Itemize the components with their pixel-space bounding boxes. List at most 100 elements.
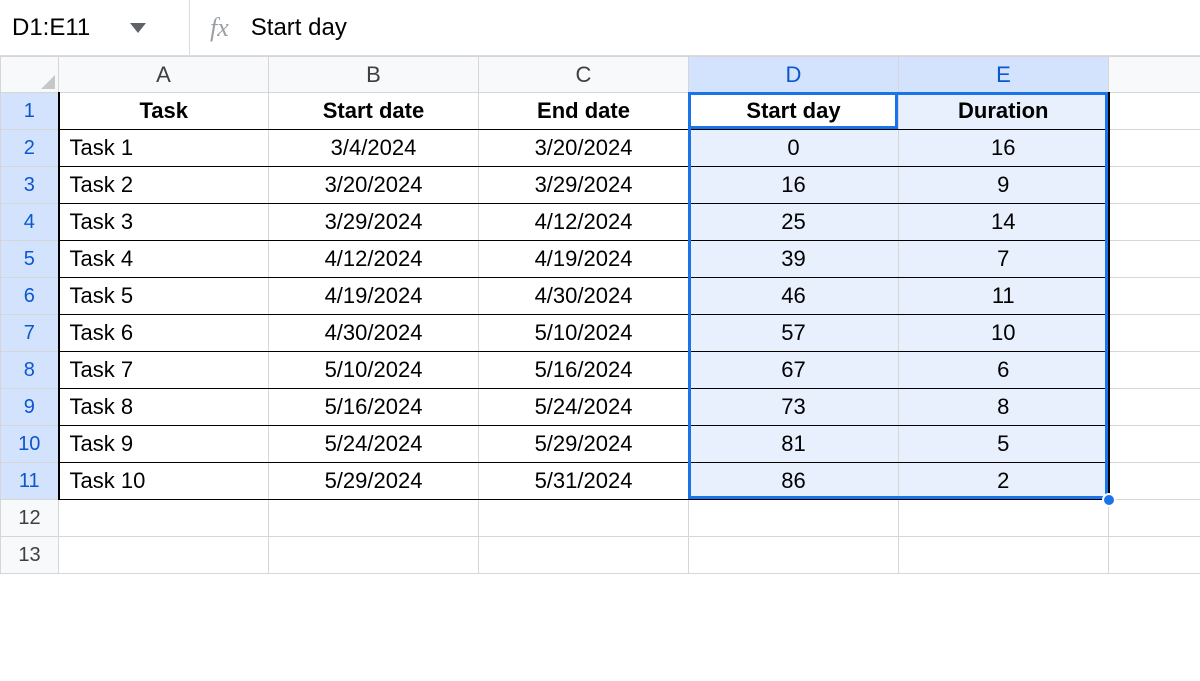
cell-A4[interactable]: Task 3	[59, 204, 269, 241]
cell-D8[interactable]: 67	[689, 352, 899, 389]
cell-C12[interactable]	[479, 500, 689, 537]
cell-blank-11[interactable]	[1109, 463, 1200, 500]
cell-blank-13[interactable]	[1109, 537, 1200, 574]
cell-A6[interactable]: Task 5	[59, 278, 269, 315]
cell-C13[interactable]	[479, 537, 689, 574]
cell-blank-6[interactable]	[1109, 278, 1200, 315]
row-header-13[interactable]: 13	[1, 537, 59, 574]
row-header-8[interactable]: 8	[1, 352, 59, 389]
cell-B1[interactable]: Start date	[269, 93, 479, 130]
cell-C1[interactable]: End date	[479, 93, 689, 130]
cell-E1[interactable]: Duration	[899, 93, 1109, 130]
cell-D3[interactable]: 16	[689, 167, 899, 204]
cell-C11[interactable]: 5/31/2024	[479, 463, 689, 500]
cell-A1[interactable]: Task	[59, 93, 269, 130]
row-header-1[interactable]: 1	[1, 93, 59, 130]
cell-E3[interactable]: 9	[899, 167, 1109, 204]
cell-D2[interactable]: 0	[689, 130, 899, 167]
cell-blank-5[interactable]	[1109, 241, 1200, 278]
cell-C6[interactable]: 4/30/2024	[479, 278, 689, 315]
cell-A3[interactable]: Task 2	[59, 167, 269, 204]
name-box-dropdown-icon[interactable]	[130, 23, 146, 33]
cell-E11[interactable]: 2	[899, 463, 1109, 500]
cell-E10[interactable]: 5	[899, 426, 1109, 463]
cell-E9[interactable]: 8	[899, 389, 1109, 426]
cell-C7[interactable]: 5/10/2024	[479, 315, 689, 352]
row-header-3[interactable]: 3	[1, 167, 59, 204]
formula-input[interactable]	[249, 13, 1200, 43]
cell-B11[interactable]: 5/29/2024	[269, 463, 479, 500]
col-header-E[interactable]: E	[899, 57, 1109, 93]
cell-blank-7[interactable]	[1109, 315, 1200, 352]
cell-E12[interactable]	[899, 500, 1109, 537]
cell-blank-4[interactable]	[1109, 204, 1200, 241]
cell-B7[interactable]: 4/30/2024	[269, 315, 479, 352]
cell-D12[interactable]	[689, 500, 899, 537]
row-header-9[interactable]: 9	[1, 389, 59, 426]
row-header-10[interactable]: 10	[1, 426, 59, 463]
cell-blank-2[interactable]	[1109, 130, 1200, 167]
cell-D11[interactable]: 86	[689, 463, 899, 500]
select-all-corner[interactable]	[1, 57, 59, 93]
cell-C3[interactable]: 3/29/2024	[479, 167, 689, 204]
cell-B5[interactable]: 4/12/2024	[269, 241, 479, 278]
cell-B3[interactable]: 3/20/2024	[269, 167, 479, 204]
cell-A7[interactable]: Task 6	[59, 315, 269, 352]
cell-E6[interactable]: 11	[899, 278, 1109, 315]
cell-A13[interactable]	[59, 537, 269, 574]
cell-B9[interactable]: 5/16/2024	[269, 389, 479, 426]
cell-A8[interactable]: Task 7	[59, 352, 269, 389]
col-header-C[interactable]: C	[479, 57, 689, 93]
cell-A5[interactable]: Task 4	[59, 241, 269, 278]
cell-C9[interactable]: 5/24/2024	[479, 389, 689, 426]
cell-blank-8[interactable]	[1109, 352, 1200, 389]
cell-blank-3[interactable]	[1109, 167, 1200, 204]
row-header-2[interactable]: 2	[1, 130, 59, 167]
cell-E4[interactable]: 14	[899, 204, 1109, 241]
cell-B6[interactable]: 4/19/2024	[269, 278, 479, 315]
row-header-5[interactable]: 5	[1, 241, 59, 278]
cell-blank-12[interactable]	[1109, 500, 1200, 537]
cell-B8[interactable]: 5/10/2024	[269, 352, 479, 389]
cell-C2[interactable]: 3/20/2024	[479, 130, 689, 167]
row-header-11[interactable]: 11	[1, 463, 59, 500]
col-header-D[interactable]: D	[689, 57, 899, 93]
cell-B4[interactable]: 3/29/2024	[269, 204, 479, 241]
cell-blank-9[interactable]	[1109, 389, 1200, 426]
cell-E5[interactable]: 7	[899, 241, 1109, 278]
cell-D6[interactable]: 46	[689, 278, 899, 315]
cell-blank-10[interactable]	[1109, 426, 1200, 463]
row-header-12[interactable]: 12	[1, 500, 59, 537]
cell-D1[interactable]: Start day	[689, 93, 899, 130]
cell-A9[interactable]: Task 8	[59, 389, 269, 426]
cell-D5[interactable]: 39	[689, 241, 899, 278]
col-header-B[interactable]: B	[269, 57, 479, 93]
cell-A12[interactable]	[59, 500, 269, 537]
cell-A2[interactable]: Task 1	[59, 130, 269, 167]
cell-E13[interactable]	[899, 537, 1109, 574]
cell-C4[interactable]: 4/12/2024	[479, 204, 689, 241]
row-header-7[interactable]: 7	[1, 315, 59, 352]
cell-B12[interactable]	[269, 500, 479, 537]
row-header-4[interactable]: 4	[1, 204, 59, 241]
cell-C5[interactable]: 4/19/2024	[479, 241, 689, 278]
spreadsheet-grid[interactable]: A B C D E 1TaskStart dateEnd dateStart d…	[0, 56, 1200, 574]
cell-blank-1[interactable]	[1109, 93, 1200, 130]
cell-A10[interactable]: Task 9	[59, 426, 269, 463]
cell-D4[interactable]: 25	[689, 204, 899, 241]
cell-B13[interactable]	[269, 537, 479, 574]
col-header-A[interactable]: A	[59, 57, 269, 93]
cell-D9[interactable]: 73	[689, 389, 899, 426]
cell-A11[interactable]: Task 10	[59, 463, 269, 500]
col-header-blank[interactable]	[1109, 57, 1200, 93]
cell-C8[interactable]: 5/16/2024	[479, 352, 689, 389]
cell-B2[interactable]: 3/4/2024	[269, 130, 479, 167]
name-box[interactable]	[10, 13, 120, 43]
cell-D13[interactable]	[689, 537, 899, 574]
cell-E2[interactable]: 16	[899, 130, 1109, 167]
cell-D7[interactable]: 57	[689, 315, 899, 352]
cell-C10[interactable]: 5/29/2024	[479, 426, 689, 463]
cell-B10[interactable]: 5/24/2024	[269, 426, 479, 463]
cell-E8[interactable]: 6	[899, 352, 1109, 389]
cell-D10[interactable]: 81	[689, 426, 899, 463]
